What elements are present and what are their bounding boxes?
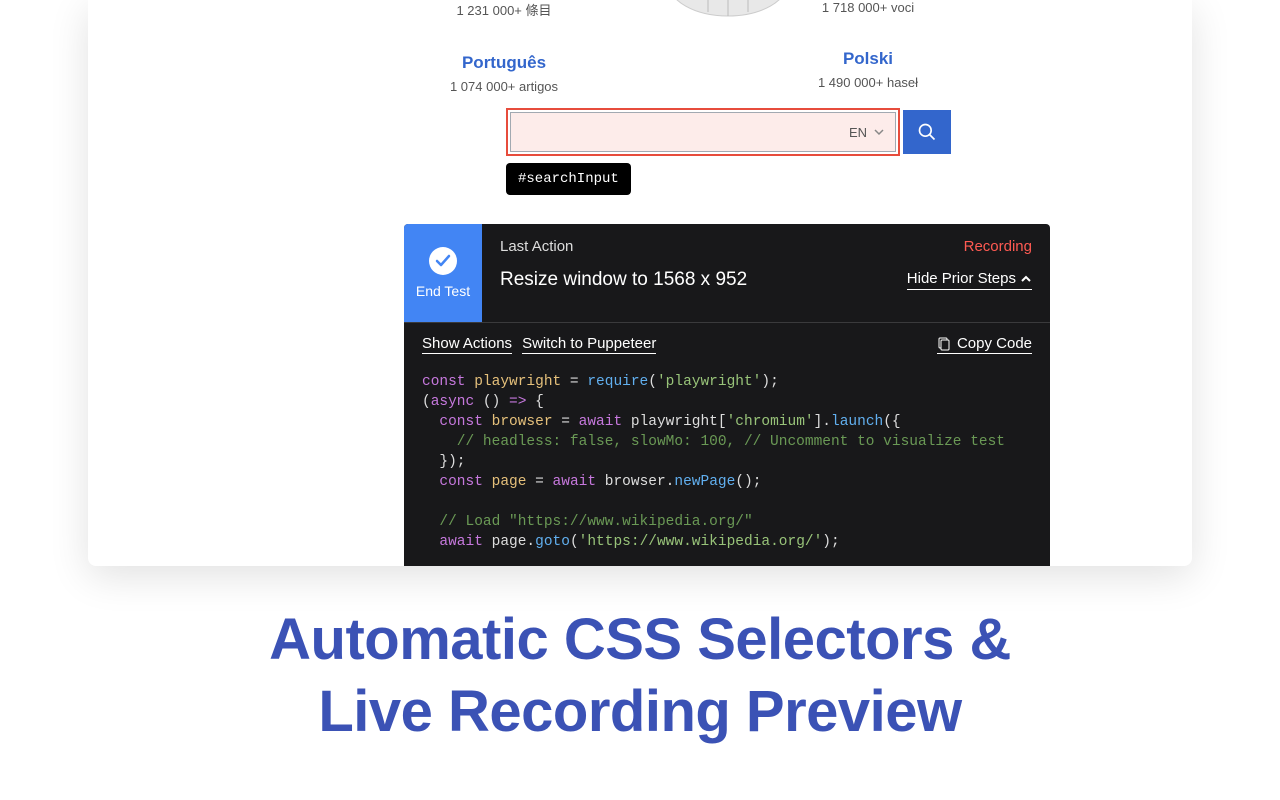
search-button[interactable] [903, 110, 951, 154]
copy-icon [937, 337, 951, 351]
hero-heading: Automatic CSS Selectors & Live Recording… [0, 604, 1280, 748]
lang-link-portuguese[interactable]: Português [450, 53, 558, 73]
code-preview: const playwright = require('playwright')… [404, 366, 1050, 566]
css-selector-tooltip: #searchInput [506, 163, 631, 195]
chevron-down-icon [873, 126, 885, 138]
search-input[interactable]: EN [510, 112, 896, 152]
end-test-label: End Test [416, 283, 470, 299]
last-action-text: Resize window to 1568 x 952 [500, 269, 747, 291]
search-highlight-box: EN [506, 108, 900, 156]
hero-heading-line2: Live Recording Preview [0, 676, 1280, 748]
last-action-label: Last Action [500, 238, 573, 255]
copy-code-button[interactable]: Copy Code [937, 335, 1032, 354]
recorder-panel: End Test Last Action Recording Resize wi… [404, 224, 1050, 566]
lang-count-italian: 1 718 000+ voci [822, 0, 914, 15]
show-actions-button[interactable]: Show Actions [422, 335, 512, 354]
hide-prior-steps-label: Hide Prior Steps [907, 270, 1016, 287]
lang-count-portuguese: 1 074 000+ artigos [450, 79, 558, 94]
search-icon [917, 122, 937, 142]
lang-count-chinese: 1 231 000+ 條目 [456, 0, 551, 19]
search-language-label: EN [849, 125, 867, 140]
chevron-up-icon [1020, 273, 1032, 285]
lang-link-polish[interactable]: Polski [818, 49, 918, 69]
copy-code-label: Copy Code [957, 335, 1032, 352]
search-language-selector[interactable]: EN [849, 125, 885, 140]
checkmark-circle-icon [429, 247, 457, 275]
hero-heading-line1: Automatic CSS Selectors & [0, 604, 1280, 676]
screenshot-card: 1 231 000+ 條目 Português 1 074 000+ artig… [88, 0, 1192, 566]
hide-prior-steps-button[interactable]: Hide Prior Steps [907, 270, 1032, 290]
lang-count-polish: 1 490 000+ haseł [818, 75, 918, 90]
end-test-button[interactable]: End Test [404, 224, 482, 322]
recording-status: Recording [964, 238, 1032, 255]
switch-to-puppeteer-button[interactable]: Switch to Puppeteer [522, 335, 656, 354]
